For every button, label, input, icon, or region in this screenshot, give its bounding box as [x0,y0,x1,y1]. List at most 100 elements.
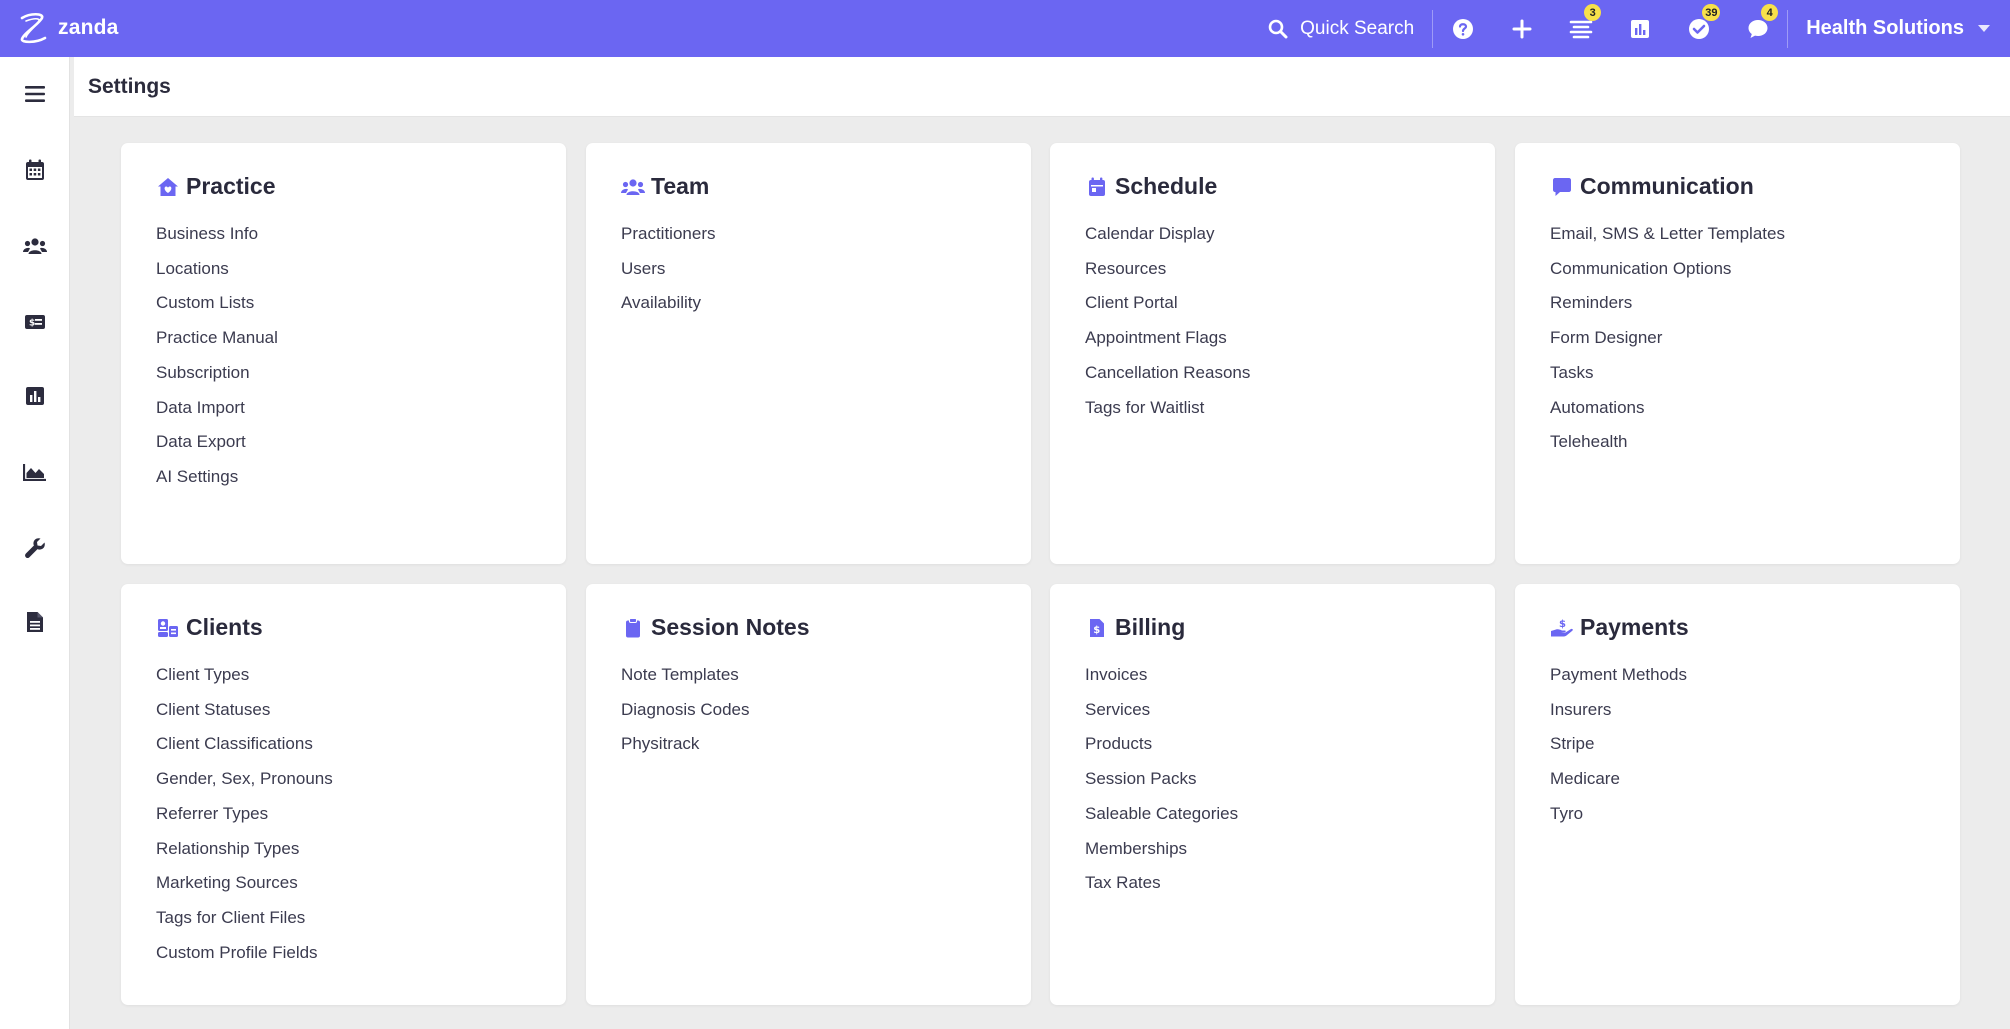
settings-link-templates[interactable]: Email, SMS & Letter Templates [1550,217,1785,252]
settings-link-referrer-types[interactable]: Referrer Types [156,797,333,832]
settings-link-locations[interactable]: Locations [156,252,278,287]
link-list: Invoices Services Products Session Packs… [1085,658,1238,901]
settings-link-stripe[interactable]: Stripe [1550,727,1687,762]
account-menu[interactable]: Health Solutions [1788,17,2010,40]
settings-link-reminders[interactable]: Reminders [1550,286,1785,321]
plus-icon [1512,19,1532,38]
settings-link-gender-sex-pronouns[interactable]: Gender, Sex, Pronouns [156,762,333,797]
settings-link-form-designer[interactable]: Form Designer [1550,321,1785,356]
settings-link-tags-for-client-files[interactable]: Tags for Client Files [156,901,333,936]
card-title: $ Billing [1085,614,1185,641]
help-button[interactable] [1433,0,1492,57]
settings-card-session-notes: Session Notes Note Templates Diagnosis C… [586,584,1031,1005]
document-icon [27,612,43,632]
sidebar-item-settings[interactable] [18,531,52,565]
settings-link-data-import[interactable]: Data Import [156,391,278,426]
settings-link-payment-methods[interactable]: Payment Methods [1550,658,1687,693]
settings-link-saleable-categories[interactable]: Saleable Categories [1085,797,1238,832]
link-list: Payment Methods Insurers Stripe Medicare… [1550,658,1687,832]
settings-link-communication-options[interactable]: Communication Options [1550,252,1785,287]
users-icon [23,238,47,254]
settings-link-tax-rates[interactable]: Tax Rates [1085,866,1238,901]
zanda-logo-icon [20,12,47,44]
settings-link-appointment-flags[interactable]: Appointment Flags [1085,321,1250,356]
settings-link-insurers[interactable]: Insurers [1550,693,1687,728]
settings-link-client-classifications[interactable]: Client Classifications [156,727,333,762]
settings-link-calendar-display[interactable]: Calendar Display [1085,217,1250,252]
settings-link-practitioners[interactable]: Practitioners [621,217,715,252]
hand-dollar-icon: $ [1550,616,1574,640]
task-list-button[interactable]: 3 [1551,0,1610,57]
account-name: Health Solutions [1806,17,1964,39]
sidebar: $ [0,57,70,1029]
settings-link-tags-for-waitlist[interactable]: Tags for Waitlist [1085,391,1250,426]
settings-link-medicare[interactable]: Medicare [1550,762,1687,797]
messages-badge: 4 [1761,4,1779,21]
settings-link-products[interactable]: Products [1085,727,1238,762]
settings-link-practice-manual[interactable]: Practice Manual [156,321,278,356]
card-title-text: Practice [186,173,276,199]
settings-link-cancellation-reasons[interactable]: Cancellation Reasons [1085,356,1250,391]
link-list: Email, SMS & Letter Templates Communicat… [1550,217,1785,460]
menu-toggle-button[interactable] [18,77,52,111]
task-list-badge: 3 [1584,4,1602,21]
page-title: Settings [88,75,171,98]
chat-icon [1748,19,1768,38]
reports-button[interactable] [1610,0,1669,57]
card-title-text: Payments [1580,614,1689,640]
settings-link-services[interactable]: Services [1085,693,1238,728]
settings-link-custom-lists[interactable]: Custom Lists [156,286,278,321]
question-circle-icon [1452,18,1473,39]
area-chart-icon [23,464,46,481]
card-title-text: Session Notes [651,614,810,640]
top-bar: zanda Quick Search 3 39 4 Health Solutio… [0,0,2010,57]
settings-link-invoices[interactable]: Invoices [1085,658,1238,693]
sidebar-item-calendar[interactable] [18,153,52,187]
card-title-text: Communication [1580,173,1754,199]
settings-link-availability[interactable]: Availability [621,286,715,321]
settings-card-clients: Clients Client Types Client Statuses Cli… [121,584,566,1005]
todos-button[interactable]: 39 [1669,0,1728,57]
settings-link-telehealth[interactable]: Telehealth [1550,425,1785,460]
users-icon [621,175,645,199]
link-list: Calendar Display Resources Client Portal… [1085,217,1250,425]
link-list: Business Info Locations Custom Lists Pra… [156,217,278,495]
settings-link-subscription[interactable]: Subscription [156,356,278,391]
settings-link-automations[interactable]: Automations [1550,391,1785,426]
sidebar-item-billing[interactable]: $ [18,305,52,339]
settings-link-marketing-sources[interactable]: Marketing Sources [156,866,333,901]
settings-link-client-portal[interactable]: Client Portal [1085,286,1250,321]
settings-link-physitrack[interactable]: Physitrack [621,727,750,762]
settings-link-session-packs[interactable]: Session Packs [1085,762,1238,797]
sidebar-item-documents[interactable] [18,605,52,639]
home-heart-icon [156,175,180,199]
bar-chart-icon [26,387,44,405]
settings-card-team: Team Practitioners Users Availability [586,143,1031,564]
sidebar-item-analytics[interactable] [18,455,52,489]
settings-link-business-info[interactable]: Business Info [156,217,278,252]
settings-link-client-statuses[interactable]: Client Statuses [156,693,333,728]
settings-link-note-templates[interactable]: Note Templates [621,658,750,693]
settings-link-client-types[interactable]: Client Types [156,658,333,693]
settings-link-relationship-types[interactable]: Relationship Types [156,832,333,867]
settings-link-tasks[interactable]: Tasks [1550,356,1785,391]
card-title-text: Schedule [1115,173,1218,199]
settings-link-diagnosis-codes[interactable]: Diagnosis Codes [621,693,750,728]
settings-link-ai-settings[interactable]: AI Settings [156,460,278,495]
settings-link-tyro[interactable]: Tyro [1550,797,1687,832]
settings-link-users[interactable]: Users [621,252,715,287]
quick-search-button[interactable]: Quick Search [1268,18,1414,40]
sidebar-item-reports[interactable] [18,379,52,413]
card-title-text: Team [651,173,710,199]
messages-button[interactable]: 4 [1728,0,1787,57]
settings-link-resources[interactable]: Resources [1085,252,1250,287]
add-button[interactable] [1492,0,1551,57]
check-circle-icon [1688,18,1709,39]
settings-link-custom-profile-fields[interactable]: Custom Profile Fields [156,936,333,971]
sidebar-item-clients[interactable] [18,229,52,263]
settings-link-data-export[interactable]: Data Export [156,425,278,460]
svg-text:$: $ [1093,625,1100,636]
card-title: Session Notes [621,614,810,641]
zanda-logo[interactable]: zanda [14,8,119,48]
settings-link-memberships[interactable]: Memberships [1085,832,1238,867]
